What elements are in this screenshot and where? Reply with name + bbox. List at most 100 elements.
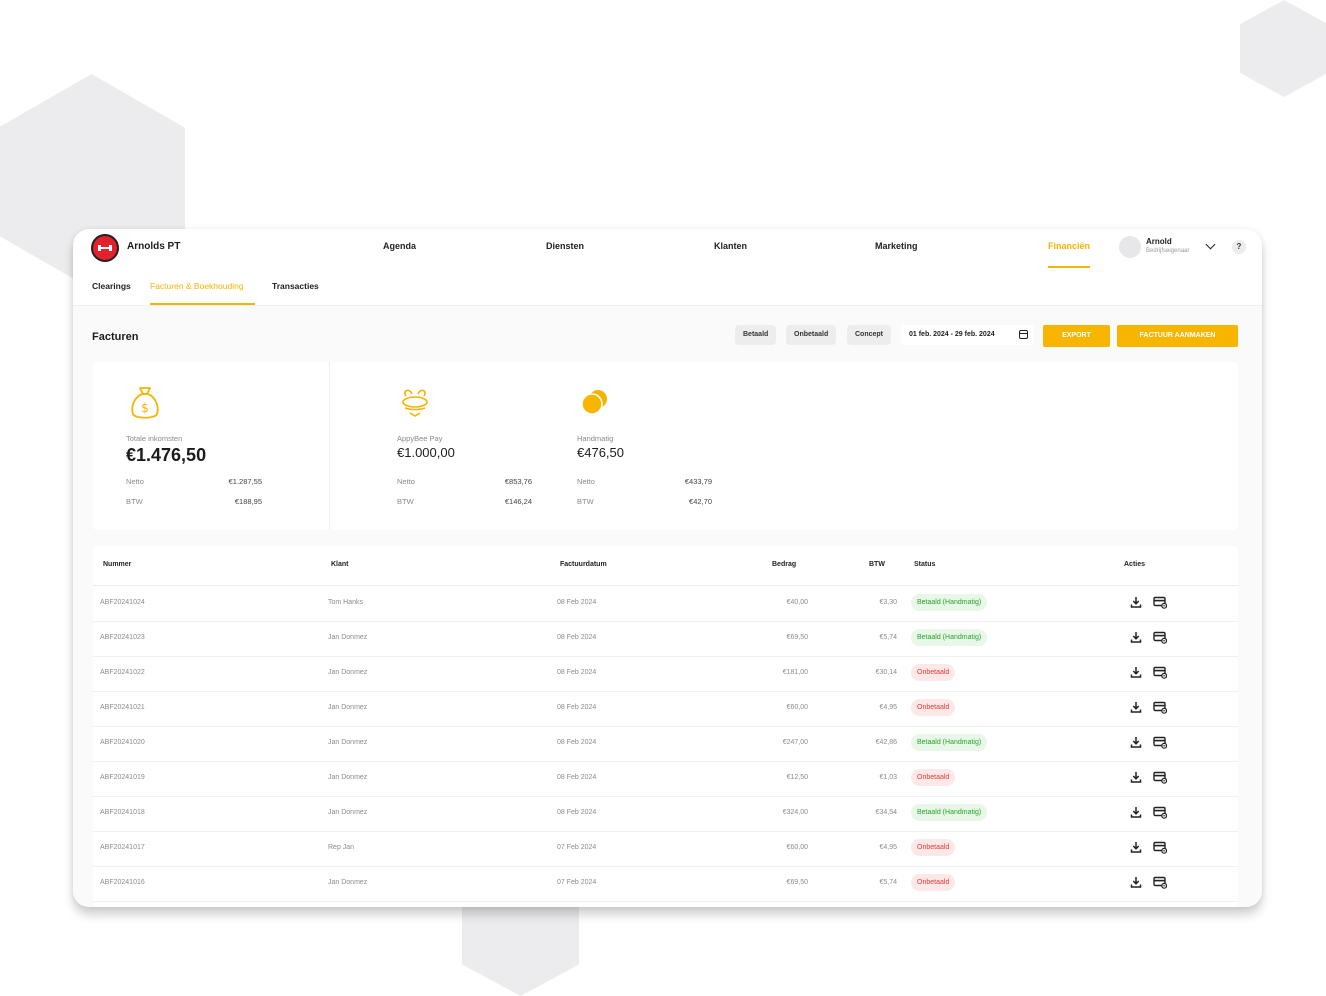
header-status[interactable]: Status: [914, 561, 935, 568]
background-hexagon: [1240, 0, 1326, 97]
manual-netto-label: Netto: [577, 477, 595, 486]
invoice-number[interactable]: ABF20241017: [100, 844, 145, 851]
invoice-date: 08 Feb 2024: [557, 739, 597, 746]
filter-concept[interactable]: Concept: [847, 325, 891, 345]
download-icon[interactable]: [1129, 735, 1143, 749]
header-nummer[interactable]: Nummer: [103, 561, 131, 568]
table-row[interactable]: ABF20241021 Jan Donmez 08 Feb 2024 €60,00 €4…: [93, 691, 1238, 727]
calendar-icon: [1019, 330, 1028, 339]
manual-label: Handmatig: [577, 434, 614, 443]
table-row[interactable]: ABF20241020 Jan Donmez 08 Feb 2024 €247,00 €…: [93, 726, 1238, 762]
invoice-date: 07 Feb 2024: [557, 844, 597, 851]
nav-klanten[interactable]: Klanten: [714, 241, 747, 251]
invoice-btw: €4,95: [879, 704, 897, 711]
invoice-amount: €12,50: [786, 774, 808, 781]
credit-card-icon[interactable]: [1153, 665, 1167, 679]
income-summary-card: $ Totale inkomsten €1.476,50 Netto €1.28…: [93, 362, 1238, 530]
avatar[interactable]: [1119, 236, 1141, 258]
invoice-number[interactable]: ABF20241016: [100, 879, 145, 886]
filter-onbetaald[interactable]: Onbetaald: [786, 325, 837, 345]
invoice-number[interactable]: ABF20241020: [100, 739, 145, 746]
dumbbell-logo-icon[interactable]: [91, 234, 119, 262]
download-icon[interactable]: [1129, 805, 1143, 819]
client-name: Jan Donmez: [328, 634, 368, 641]
credit-card-icon[interactable]: [1153, 805, 1167, 819]
appybee-value: €1.000,00: [397, 445, 455, 460]
tab-clearings[interactable]: Clearings: [92, 281, 131, 291]
table-header: Nummer Klant Factuurdatum Bedrag BTW Sta…: [93, 546, 1238, 586]
client-name: Jan Donmez: [328, 774, 368, 781]
invoice-date: 08 Feb 2024: [557, 669, 597, 676]
invoice-amount: €247,00: [782, 739, 808, 746]
nav-agenda[interactable]: Agenda: [383, 241, 416, 251]
svg-text:$: $: [141, 401, 149, 415]
appybee-btw-value: €146,24: [504, 497, 532, 506]
invoice-number[interactable]: ABF20241018: [100, 809, 145, 816]
download-icon[interactable]: [1129, 630, 1143, 644]
top-navigation: Arnolds PT Agenda Diensten Klanten Marke…: [73, 229, 1262, 269]
table-row[interactable]: ABF20241019 Jan Donmez 08 Feb 2024 €12,50 €1…: [93, 761, 1238, 797]
download-icon[interactable]: [1129, 770, 1143, 784]
manual-btw-label: BTW: [577, 497, 594, 506]
total-netto-label: Netto: [126, 477, 144, 486]
active-tab-indicator: [150, 303, 255, 305]
invoice-amount: €60,00: [786, 844, 808, 851]
status-badge: Onbetaald: [911, 769, 956, 786]
divider: [329, 362, 330, 530]
header-btw[interactable]: BTW: [869, 561, 885, 568]
invoice-number[interactable]: ABF20241019: [100, 774, 145, 781]
header-klant[interactable]: Klant: [331, 561, 349, 568]
invoice-number[interactable]: ABF20241021: [100, 704, 145, 711]
status-badge: Onbetaald: [911, 839, 956, 856]
invoice-number[interactable]: ABF20241024: [100, 599, 145, 606]
download-icon[interactable]: [1129, 665, 1143, 679]
header-factuurdatum[interactable]: Factuurdatum: [560, 561, 607, 568]
invoice-number[interactable]: ABF20241023: [100, 634, 145, 641]
table-row[interactable]: ABF20241024 Tom Hanks 08 Feb 2024 €40,00 €3,…: [93, 586, 1238, 622]
header-bedrag[interactable]: Bedrag: [772, 561, 796, 568]
download-icon[interactable]: [1129, 595, 1143, 609]
nav-marketing[interactable]: Marketing: [875, 241, 918, 251]
credit-card-icon[interactable]: [1153, 770, 1167, 784]
chevron-down-icon[interactable]: [1205, 239, 1216, 250]
credit-card-icon[interactable]: [1153, 735, 1167, 749]
appybee-btw-label: BTW: [397, 497, 414, 506]
table-row[interactable]: ABF20241023 Jan Donmez 08 Feb 2024 €69,50 €5…: [93, 621, 1238, 657]
invoice-amount: €324,00: [782, 809, 808, 816]
table-row[interactable]: ABF20241016 Jan Donmez 07 Feb 2024 €69,50 €5…: [93, 866, 1238, 902]
download-icon[interactable]: [1129, 875, 1143, 889]
client-name: Jan Donmez: [328, 739, 368, 746]
credit-card-icon[interactable]: [1153, 595, 1167, 609]
appybee-label: AppyBee Pay: [397, 434, 443, 443]
credit-card-icon[interactable]: [1153, 700, 1167, 714]
table-row[interactable]: ABF20241018 Jan Donmez 08 Feb 2024 €324,00 €…: [93, 796, 1238, 832]
brand-name: Arnolds PT: [127, 241, 181, 252]
invoice-btw: €5,74: [879, 634, 897, 641]
export-button[interactable]: EXPORT: [1043, 325, 1110, 347]
credit-card-icon[interactable]: [1153, 875, 1167, 889]
filter-betaald[interactable]: Betaald: [735, 325, 777, 345]
active-nav-indicator: [1048, 266, 1090, 268]
total-netto-value: €1.287,55: [228, 477, 262, 486]
table-row[interactable]: ABF20241017 Rep Jan 07 Feb 2024 €60,00 €4,95…: [93, 831, 1238, 867]
tab-transacties[interactable]: Transacties: [272, 281, 319, 291]
manual-btw-value: €42,70: [689, 497, 712, 506]
create-invoice-button[interactable]: FACTUUR AANMAKEN: [1117, 325, 1238, 347]
download-icon[interactable]: [1129, 700, 1143, 714]
credit-card-icon[interactable]: [1153, 630, 1167, 644]
user-role: Bedrijfseigenaar: [1146, 248, 1190, 254]
invoice-number[interactable]: ABF20241022: [100, 669, 145, 676]
nav-financien[interactable]: Financiën: [1048, 241, 1090, 251]
invoice-date: 08 Feb 2024: [557, 774, 597, 781]
table-row[interactable]: ABF20241022 Jan Donmez 08 Feb 2024 €181,00 €…: [93, 656, 1238, 692]
invoice-btw: €34,54: [875, 809, 897, 816]
help-button[interactable]: ?: [1232, 240, 1246, 254]
credit-card-icon[interactable]: [1153, 840, 1167, 854]
date-range-picker[interactable]: 01 feb. 2024 - 29 feb. 2024: [901, 325, 1034, 345]
status-badge: Betaald (Handmatig): [911, 734, 988, 751]
client-name: Jan Donmez: [328, 669, 368, 676]
tab-facturen-boekhouding[interactable]: Facturen & Boekhouding: [150, 281, 244, 291]
coins-icon: [581, 390, 607, 415]
download-icon[interactable]: [1129, 840, 1143, 854]
nav-diensten[interactable]: Diensten: [546, 241, 584, 251]
